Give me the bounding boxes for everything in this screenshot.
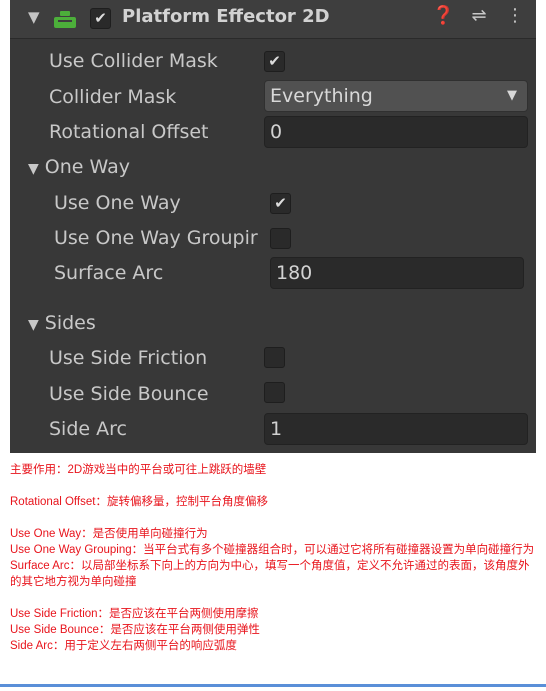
rotational-offset-label: Rotational Offset [49, 121, 209, 143]
use-side-bounce-checkbox[interactable] [264, 382, 285, 403]
platform-effector-icon [54, 11, 76, 28]
surface-arc-label: Surface Arc [54, 262, 164, 284]
use-one-way-label: Use One Way [54, 192, 181, 214]
collider-mask-dropdown[interactable]: Everything ▼ [264, 80, 528, 112]
check-icon: ✔ [274, 194, 287, 212]
note-use-side-friction: Use Side Friction：是否应该在平台两侧使用摩擦 [10, 608, 259, 620]
use-side-friction-checkbox[interactable] [264, 347, 285, 368]
collider-mask-value: Everything [270, 85, 373, 107]
rotational-offset-field[interactable]: 0 [264, 116, 528, 148]
one-way-header: One Way [44, 156, 130, 178]
note-main-purpose: 主要作用：2D游戏当中的平台或可往上跳跃的墙壁 [10, 464, 267, 476]
note-rotational-offset: Rotational Offset：旋转偏移量，控制平台角度偏移 [10, 496, 268, 508]
use-collider-mask-checkbox[interactable]: ✔ [264, 51, 285, 72]
dropdown-arrow-icon: ▼ [507, 88, 517, 103]
collider-mask-label: Collider Mask [49, 86, 177, 108]
sides-header: Sides [44, 312, 96, 334]
use-one-way-grouping-label: Use One Way Groupir [54, 227, 258, 249]
use-side-friction-label: Use Side Friction [49, 347, 208, 369]
note-use-one-way: Use One Way：是否使用单向碰撞行为 [10, 528, 208, 540]
note-use-side-bounce: Use Side Bounce：是否应该在平台两侧使用弹性 [10, 624, 260, 636]
note-surface-arc: Surface Arc：以局部坐标系下向上的方向为中心，填写一个角度值，定义不允… [10, 560, 530, 588]
one-way-foldout[interactable]: ▼ One Way [28, 156, 130, 178]
component-title: Platform Effector 2D [122, 6, 330, 27]
use-one-way-grouping-checkbox[interactable] [270, 228, 291, 249]
note-use-one-way-grouping: Use One Way Grouping：当平台式有多个碰撞器组合时，可以通过它… [10, 544, 535, 556]
check-icon: ✔ [94, 9, 107, 27]
kebab-menu-icon[interactable]: ⋮ [504, 5, 526, 26]
foldout-arrow-icon[interactable]: ▼ [28, 8, 40, 26]
surface-arc-field[interactable]: 180 [270, 257, 524, 289]
side-arc-label: Side Arc [49, 418, 127, 440]
note-side-arc: Side Arc：用于定义左右两侧平台的响应弧度 [10, 640, 237, 652]
platform-effector-inspector: ▼ ✔ Platform Effector 2D ❓ ⇌ ⋮ Use Colli… [10, 0, 536, 453]
component-enabled-checkbox[interactable]: ✔ [90, 8, 111, 29]
preset-icon[interactable]: ⇌ [468, 5, 490, 26]
bottom-divider [0, 684, 546, 687]
notes-section: 主要作用：2D游戏当中的平台或可往上跳跃的墙壁 Rotational Offse… [10, 462, 540, 654]
sides-foldout[interactable]: ▼ Sides [28, 312, 96, 334]
help-icon[interactable]: ❓ [432, 5, 454, 26]
foldout-arrow-icon: ▼ [28, 161, 39, 177]
use-side-bounce-label: Use Side Bounce [49, 383, 209, 405]
check-icon: ✔ [268, 52, 281, 70]
use-one-way-checkbox[interactable]: ✔ [270, 193, 291, 214]
use-collider-mask-label: Use Collider Mask [49, 50, 218, 72]
foldout-arrow-icon: ▼ [28, 317, 39, 333]
side-arc-field[interactable]: 1 [264, 413, 528, 445]
component-header[interactable]: ▼ ✔ Platform Effector 2D ❓ ⇌ ⋮ [10, 0, 536, 39]
